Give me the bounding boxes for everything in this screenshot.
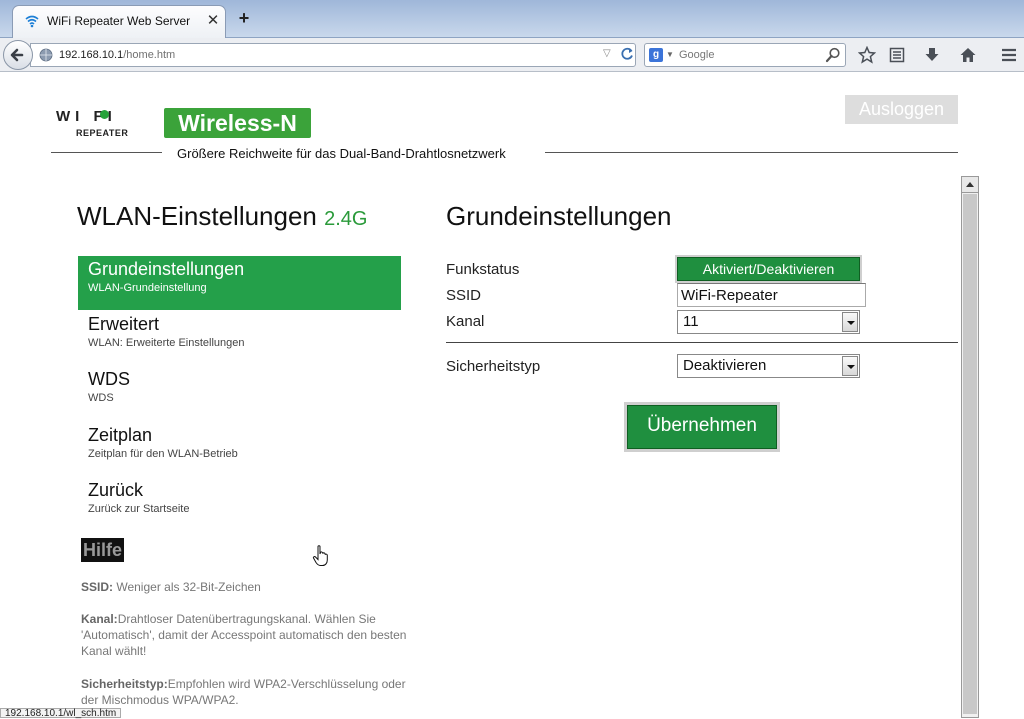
header-rule-left — [51, 152, 162, 153]
scrollbar-thumb[interactable] — [963, 194, 977, 714]
hand-cursor-icon — [312, 545, 328, 566]
sidebar-item-sub: Zurück zur Startseite — [88, 503, 190, 515]
search-icon[interactable] — [825, 47, 841, 63]
home-icon[interactable] — [959, 46, 977, 64]
google-icon: g — [649, 48, 663, 62]
browser-tab[interactable]: WiFi Repeater Web Server ✕ — [12, 5, 226, 38]
sidebar-item-sub: WLAN: Erweiterte Einstellungen — [88, 337, 245, 349]
tagline: Größere Reichweite für das Dual-Band-Dra… — [173, 146, 510, 161]
search-engine-dropdown-icon[interactable]: ▼ — [666, 50, 674, 59]
page-content: WI FI REPEATER Wireless-N Größere Reichw… — [0, 72, 1024, 718]
scroll-up-icon[interactable] — [962, 177, 978, 193]
ssid-label: SSID — [446, 287, 482, 304]
logo-repeater-text: REPEATER — [76, 128, 129, 138]
download-icon[interactable] — [923, 46, 941, 64]
help-heading: Hilfe — [81, 538, 125, 562]
url-text: 192.168.10.1/home.htm — [59, 49, 176, 61]
globe-icon — [39, 48, 53, 62]
back-arrow-icon — [10, 48, 24, 62]
help-sicherheitstyp: Sicherheitstyp:Empfohlen wird WPA2-Versc… — [81, 677, 406, 707]
page-title: Grundeinstellungen — [446, 201, 672, 231]
sidebar-item-label: WDS — [88, 369, 130, 389]
ssid-input[interactable] — [677, 283, 866, 307]
sidebar-item-label: Zurück — [88, 480, 144, 500]
kanal-select[interactable]: 11 — [677, 310, 860, 334]
wifi-icon — [25, 15, 39, 28]
scrollbar[interactable] — [961, 176, 979, 718]
chevron-down-icon[interactable] — [842, 312, 858, 332]
address-bar[interactable]: 192.168.10.1/home.htm ▽ — [30, 43, 636, 67]
menu-icon[interactable] — [1000, 46, 1018, 64]
sidebar-item-label: Grundeinstellungen — [88, 259, 245, 279]
sidebar-item-erweitert[interactable]: Erweitert WLAN: Erweiterte Einstellungen — [78, 311, 401, 365]
header-rule-right — [545, 152, 958, 153]
reload-icon[interactable] — [619, 46, 635, 62]
browser-tab-bar: WiFi Repeater Web Server ✕ + — [0, 0, 1024, 38]
sidebar-item-zeitplan[interactable]: Zeitplan Zeitplan für den WLAN-Betrieb — [78, 422, 401, 476]
funkstatus-label: Funkstatus — [446, 261, 520, 278]
security-label: Sicherheitstyp — [446, 358, 541, 375]
browser-nav-bar: 192.168.10.1/home.htm ▽ g ▼ Google — [0, 38, 1024, 72]
help-ssid: SSID: Weniger als 32-Bit-Zeichen — [81, 580, 261, 594]
radio-toggle-button[interactable]: Aktiviert/Deaktivieren — [675, 255, 862, 283]
url-dropdown-icon[interactable]: ▽ — [603, 48, 611, 59]
sidebar-item-zurueck[interactable]: Zurück Zurück zur Startseite — [78, 477, 401, 531]
apply-button[interactable]: Übernehmen — [624, 402, 780, 452]
security-select-value: Deaktivieren — [683, 357, 767, 374]
close-tab-icon[interactable]: ✕ — [205, 11, 221, 29]
logout-button[interactable]: Ausloggen — [845, 95, 958, 124]
sidebar-title: WLAN-Einstellungen 2.4G — [77, 201, 368, 231]
bookmarks-list-icon[interactable] — [888, 46, 906, 64]
chevron-down-icon[interactable] — [842, 356, 858, 376]
kanal-select-value: 11 — [683, 313, 699, 330]
form-divider — [446, 342, 958, 343]
sidebar-item-wds[interactable]: WDS WDS — [78, 366, 401, 420]
wireless-n-badge: Wireless-N — [164, 108, 311, 138]
security-select[interactable]: Deaktivieren — [677, 354, 860, 378]
sidebar-item-sub: WDS — [88, 392, 114, 404]
browser-status-bar: 192.168.10.1/wl_sch.htm — [0, 708, 122, 719]
bookmark-star-icon[interactable] — [858, 46, 876, 64]
sidebar-item-label: Erweitert — [88, 314, 160, 334]
kanal-label: Kanal — [446, 313, 485, 330]
band-label: 2.4G — [324, 208, 368, 230]
new-tab-icon[interactable]: + — [236, 8, 252, 29]
sidebar-item-label: Zeitplan — [88, 425, 153, 445]
back-button[interactable] — [3, 40, 33, 70]
search-bar[interactable]: g ▼ Google — [644, 43, 846, 67]
logo-dot-icon — [100, 110, 109, 119]
sidebar-item-grundeinstellungen[interactable]: Grundeinstellungen WLAN-Grundeinstellung — [78, 256, 401, 310]
help-kanal: Kanal:Drahtloser Datenübertragungskanal.… — [81, 612, 407, 658]
sidebar-item-sub: WLAN-Grundeinstellung — [88, 282, 207, 294]
search-placeholder: Google — [679, 49, 715, 61]
tab-title: WiFi Repeater Web Server — [47, 14, 191, 28]
sidebar-item-sub: Zeitplan für den WLAN-Betrieb — [88, 448, 238, 460]
